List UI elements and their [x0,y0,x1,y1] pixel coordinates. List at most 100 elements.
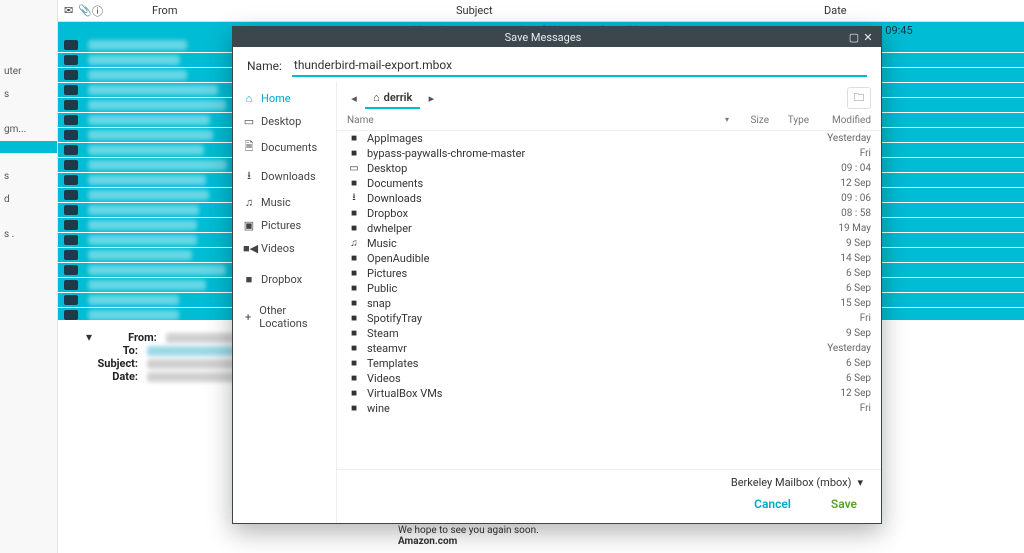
mail-folder-item[interactable] [0,153,57,165]
place-desktop[interactable]: ▭Desktop [233,110,336,133]
col-modified[interactable]: Modified [809,115,871,126]
file-row[interactable]: ♫Music9 Sep [337,236,881,251]
home-icon: ⌂ [243,92,255,105]
folder-icon: ■ [347,133,361,144]
folder-icon: ■ [347,358,361,369]
col-subject[interactable]: Subject [456,4,824,17]
folder-icon: ■ [347,328,361,339]
file-modified: 12 Sep [809,388,871,399]
mail-folder-item[interactable]: uter [0,60,57,83]
col-type[interactable]: Type [769,115,809,126]
download-icon: ⭳ [243,167,255,186]
file-name: Music [367,237,809,250]
envelope-icon [64,205,78,215]
file-row[interactable]: ■Public6 Sep [337,281,881,296]
file-row[interactable]: ■AppImagesYesterday [337,131,881,146]
envelope-icon [64,85,78,95]
file-row[interactable]: ■dwhelper19 May [337,221,881,236]
place-downloads[interactable]: ⭳Downloads [233,162,336,191]
mail-folder-item[interactable]: s . [0,223,57,246]
filename-input[interactable] [292,55,867,77]
collapse-icon[interactable]: ▾ [86,330,92,344]
mail-folder-item[interactable]: gm... [0,118,57,141]
place-other-locations[interactable]: +Other Locations [233,299,336,335]
file-modified: 12 Sep [809,178,871,189]
filetype-dropdown[interactable]: Berkeley Mailbox (mbox) ▾ [731,476,863,489]
file-row[interactable]: ■Steam9 Sep [337,326,881,341]
file-row[interactable]: ▭Desktop09 : 04 [337,161,881,176]
maximize-icon[interactable]: ▢ [847,31,861,44]
file-row[interactable]: ■Pictures6 Sep [337,266,881,281]
download-icon: ⭳ [347,190,361,207]
file-name: Downloads [367,192,809,205]
col-date[interactable]: Date [824,4,1024,17]
place-videos[interactable]: ■◀Videos [233,237,336,260]
file-modified: 9 Sep [809,238,871,249]
mail-folder-item[interactable] [0,246,57,258]
place-home[interactable]: ⌂Home [233,87,336,110]
nav-back-icon[interactable]: ◂ [347,92,361,105]
envelope-icon [64,70,78,80]
preview-to-label: To: [86,344,138,357]
chevron-down-icon: ▾ [857,476,863,489]
file-row[interactable]: ■ SpotifyTrayFri [337,311,881,326]
file-row[interactable]: ■Videos6 Sep [337,371,881,386]
file-modified: 6 Sep [809,373,871,384]
info-icon: ⓘ [92,3,106,19]
close-icon[interactable]: ✕ [861,31,875,44]
file-row[interactable]: ■Documents12 Sep [337,176,881,191]
nav-forward-icon[interactable]: ▸ [424,92,438,105]
col-from[interactable]: From [106,4,456,17]
mail-folder-item[interactable] [0,211,57,223]
folder-icon: ■ [347,253,361,264]
envelope-icon [64,160,78,170]
mail-folder-item[interactable]: d [0,188,57,211]
mail-folder-item[interactable] [0,106,57,118]
cancel-button[interactable]: Cancel [754,497,791,511]
file-row[interactable]: ■Templates6 Sep [337,356,881,371]
video-icon: ■◀ [243,242,255,255]
file-name: Dropbox [367,207,809,220]
file-row[interactable]: ■steamvrYesterday [337,341,881,356]
mail-folder-item[interactable]: s [0,83,57,106]
envelope-icon [64,40,78,50]
places-sidebar: ⌂Home▭Desktop🗎Documents⭳Downloads♫Music▣… [233,81,337,523]
preview-subject-label: Subject: [86,357,138,370]
file-name: bypass-paywalls-chrome-master [367,147,809,160]
file-row[interactable]: ■OpenAudible14 Sep [337,251,881,266]
place-label: Music [261,196,291,209]
file-modified: Fri [809,313,871,324]
file-modified: Yesterday [809,133,871,144]
place-label: Other Locations [259,304,326,330]
file-row[interactable]: ⭳Downloads09 : 06 [337,191,881,206]
breadcrumb-home[interactable]: ⌂ derrik [365,88,420,109]
file-row[interactable]: ■wineFri [337,401,881,416]
file-name: snap [367,297,809,310]
place-label: Desktop [261,115,301,128]
envelope-icon: ✉ [64,4,78,17]
file-row[interactable]: ■VirtualBox VMs12 Sep [337,386,881,401]
place-music[interactable]: ♫Music [233,191,336,214]
file-name: Desktop [367,162,809,175]
mail-folder-item[interactable] [0,141,57,153]
file-modified: 19 May [809,223,871,234]
new-folder-button[interactable]: 🗀 [847,87,871,109]
file-row[interactable]: ■snap15 Sep [337,296,881,311]
file-modified: Yesterday [809,343,871,354]
place-pictures[interactable]: ▣Pictures [233,214,336,237]
file-list[interactable]: ■AppImagesYesterday■bypass-paywalls-chro… [337,131,881,469]
save-button[interactable]: Save [831,497,857,511]
file-name: SpotifyTray [367,312,809,325]
place-label: Documents [261,141,317,154]
place-dropbox[interactable]: ■Dropbox [233,268,336,291]
folder-icon: ■ [347,313,361,324]
folder-icon: ■ [347,403,361,414]
file-row[interactable]: ■Dropbox08 : 58 [337,206,881,221]
col-name[interactable]: Name [347,115,721,126]
mail-folder-item[interactable]: s [0,165,57,188]
folder-icon: ■ [347,298,361,309]
file-row[interactable]: ■bypass-paywalls-chrome-masterFri [337,146,881,161]
place-documents[interactable]: 🗎Documents [233,133,336,162]
col-size[interactable]: Size [729,115,769,126]
envelope-icon [64,130,78,140]
